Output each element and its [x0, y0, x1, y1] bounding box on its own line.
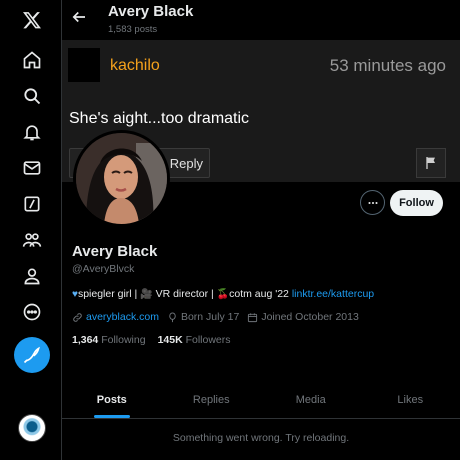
- profile-bio: ♥spiegler girl | 🎥 VR director | 🍒cotm a…: [72, 288, 374, 300]
- profile-name: Avery Black: [72, 243, 158, 260]
- camera-icon: 🎥: [140, 289, 153, 300]
- followers-label: Followers: [185, 334, 231, 346]
- bio-link[interactable]: linktr.ee/kattercup: [292, 288, 374, 300]
- link-icon: [73, 312, 82, 322]
- profile-handle: @AveryBlvck: [72, 263, 135, 275]
- banner-post-text: She's aight...too dramatic: [69, 110, 250, 127]
- back-arrow-icon[interactable]: [70, 8, 88, 26]
- cherries-icon: 🍒: [216, 289, 230, 300]
- bio-part-2: VR director |: [152, 288, 217, 300]
- active-tab-indicator: [93, 415, 130, 418]
- side-nav: [0, 0, 62, 460]
- post-count: 1,583 posts: [108, 24, 158, 35]
- tab-replies-label: Replies: [192, 393, 230, 406]
- explore-icon[interactable]: [18, 82, 46, 110]
- profile-header: Avery Black 1,583 posts: [62, 0, 460, 40]
- bio-part-3: cotm aug '22: [229, 288, 292, 300]
- notifications-icon[interactable]: [18, 118, 46, 146]
- join-date: Joined October 2013: [261, 311, 359, 323]
- tab-likes-label: Likes: [397, 393, 424, 406]
- banner-username: kachilo: [110, 57, 160, 74]
- tab-likes[interactable]: Likes: [361, 381, 460, 418]
- tab-replies[interactable]: Replies: [162, 381, 262, 418]
- calendar-icon: [248, 312, 258, 322]
- ellipsis-icon: [367, 201, 378, 204]
- profile-icon[interactable]: [18, 262, 46, 290]
- tab-posts-label: Posts: [96, 393, 127, 406]
- profile-avatar[interactable]: [73, 130, 170, 227]
- flag-icon: [416, 148, 446, 178]
- profile-meta: averyblack.com Born July 17 Joined Octob…: [72, 311, 359, 323]
- following-label: Following: [101, 334, 146, 346]
- post-button[interactable]: [14, 337, 50, 373]
- tab-media[interactable]: Media: [261, 381, 361, 418]
- tab-posts[interactable]: Posts: [62, 381, 162, 418]
- page-title: Avery Black: [108, 3, 194, 20]
- profile-tabs: Posts Replies Media Likes: [62, 381, 460, 419]
- following-count: 1,364: [72, 334, 99, 346]
- website-link[interactable]: averyblack.com: [86, 311, 159, 323]
- profile-page: Avery Black 1,583 posts kachilo 53 minut…: [62, 0, 460, 460]
- account-avatar[interactable]: [18, 414, 46, 442]
- timeline-error-message: Something went wrong. Try reloading.: [172, 432, 350, 444]
- follow-button[interactable]: Follow: [390, 190, 443, 216]
- bio-part-1: spiegler girl |: [77, 288, 141, 300]
- balloon-icon: [169, 311, 176, 322]
- messages-icon[interactable]: [18, 154, 46, 182]
- x-logo-icon[interactable]: [18, 6, 46, 34]
- home-icon[interactable]: [18, 46, 46, 74]
- following-stat[interactable]: 1,364 Following: [72, 334, 146, 346]
- followers-stat[interactable]: 145K Followers: [158, 334, 231, 346]
- post-icon: [23, 346, 40, 364]
- birth-date: Born July 17: [180, 311, 240, 323]
- follow-stats: 1,364 Following 145K Followers: [72, 334, 231, 346]
- banner-reply-label: Reply: [169, 156, 203, 171]
- communities-icon[interactable]: [18, 226, 46, 254]
- tab-media-label: Media: [295, 393, 326, 406]
- more-icon[interactable]: [18, 298, 46, 326]
- grok-icon[interactable]: [18, 190, 46, 218]
- banner-user-avatar: [68, 48, 100, 82]
- followers-count: 145K: [157, 334, 183, 346]
- more-options-button[interactable]: [360, 190, 385, 215]
- banner-timestamp: 53 minutes ago: [329, 56, 446, 75]
